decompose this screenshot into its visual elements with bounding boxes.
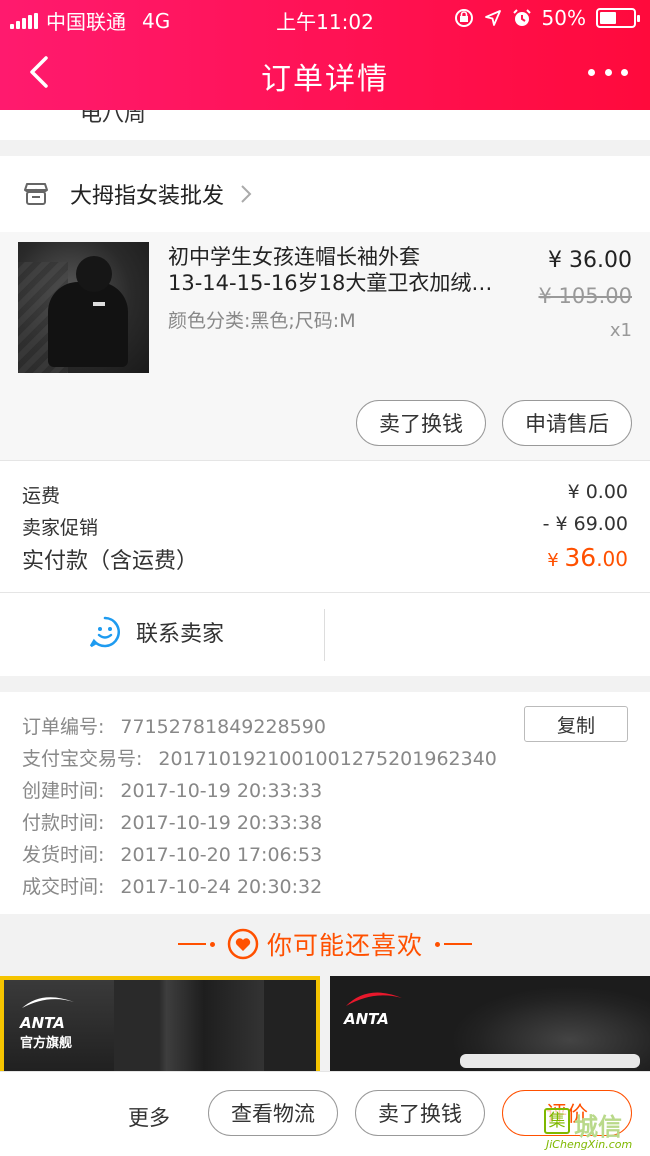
product-thumbnail[interactable] bbox=[18, 242, 149, 373]
shop-row[interactable]: 大拇指女装批发 bbox=[0, 156, 650, 232]
shipping-value: ¥ 0.00 bbox=[567, 481, 628, 503]
fee-summary: 运费 ¥ 0.00 卖家促销 - ¥ 69.00 实付款（含运费） ¥ 36.0… bbox=[0, 460, 650, 592]
contact-section: 联系卖家 bbox=[0, 592, 650, 676]
alarm-icon bbox=[512, 9, 531, 26]
order-item[interactable]: 初中学生女孩连帽长袖外套 13-14-15-16岁18大童卫衣加绒… 颜色分类:… bbox=[0, 232, 650, 460]
battery-icon bbox=[596, 8, 640, 28]
product-sku: 颜色分类:黑色;尺码:M bbox=[168, 310, 356, 332]
page-title: 订单详情 bbox=[261, 62, 389, 97]
copy-button[interactable]: 复制 bbox=[524, 706, 628, 742]
total-label: 实付款（含运费） bbox=[22, 549, 199, 574]
closed-time-label: 成交时间: bbox=[22, 876, 105, 898]
closed-time-row: 成交时间: 2017-10-24 20:30:32 bbox=[22, 872, 322, 899]
created-time-value: 2017-10-19 20:33:33 bbox=[120, 780, 323, 802]
recommend-title: 你可能还喜欢 bbox=[266, 931, 423, 960]
alipay-number-value: 2017101921001001275201962340 bbox=[158, 748, 497, 770]
watermark-box: 集 bbox=[544, 1108, 570, 1134]
shipping-row: 运费 ¥ 0.00 bbox=[22, 481, 628, 508]
status-right: 50% bbox=[454, 6, 640, 30]
chevron-right-icon bbox=[241, 185, 252, 203]
order-number-value: 77152781849228590 bbox=[120, 716, 326, 738]
brand-name-2: ANTA bbox=[344, 1010, 389, 1028]
address-partial-text: 电八周 bbox=[80, 110, 147, 127]
heart-icon bbox=[227, 928, 259, 960]
recommended-product-2[interactable]: ANTA bbox=[330, 976, 650, 1071]
promo-value: - ¥ 69.00 bbox=[542, 513, 628, 535]
brand-subtitle-1: 官方旗舰 bbox=[20, 1036, 73, 1051]
product-title-line1: 初中学生女孩连帽长袖外套 bbox=[168, 245, 420, 269]
promo-row: 卖家促销 - ¥ 69.00 bbox=[22, 513, 628, 540]
total-integer: 36 bbox=[564, 543, 597, 572]
created-time-label: 创建时间: bbox=[22, 780, 105, 802]
chat-bubble-icon bbox=[89, 616, 121, 648]
alipay-number-row: 支付宝交易号: 2017101921001001275201962340 bbox=[22, 744, 497, 771]
view-logistics-button[interactable]: 查看物流 bbox=[208, 1090, 338, 1136]
rotation-lock-icon bbox=[454, 9, 473, 27]
shipping-label: 运费 bbox=[22, 485, 61, 507]
anta-logo-icon bbox=[346, 992, 402, 1006]
total-decimal: .00 bbox=[596, 547, 628, 571]
alipay-number-label: 支付宝交易号: bbox=[22, 748, 143, 770]
battery-fill bbox=[600, 12, 616, 24]
address-section-partial: 电八周 bbox=[0, 110, 650, 140]
sell-for-cash-bottom-button[interactable]: 卖了换钱 bbox=[355, 1090, 485, 1136]
contact-seller-button[interactable]: 联系卖家 bbox=[88, 615, 224, 649]
product-title[interactable]: 初中学生女孩连帽长袖外套 13-14-15-16岁18大童卫衣加绒… bbox=[168, 244, 513, 296]
total-row: 实付款（含运费） ¥ 36.00 bbox=[22, 543, 628, 575]
contact-seller-label: 联系卖家 bbox=[136, 622, 225, 647]
product-quantity: x1 bbox=[609, 320, 632, 341]
more-button[interactable]: 更多 bbox=[128, 1102, 170, 1132]
recommend-header: 你可能还喜欢 bbox=[0, 914, 650, 974]
watermark-text: 城信 bbox=[574, 1113, 622, 1141]
contact-divider bbox=[324, 609, 325, 661]
order-number-row: 订单编号: 77152781849228590 bbox=[22, 712, 326, 739]
more-options-icon[interactable] bbox=[588, 60, 628, 84]
promo-label: 卖家促销 bbox=[22, 517, 99, 539]
product-title-line2: 13-14-15-16岁18大童卫衣加绒… bbox=[168, 271, 493, 295]
shop-icon bbox=[24, 183, 48, 205]
product-price: ¥ 36.00 bbox=[548, 248, 632, 273]
paid-time-row: 付款时间: 2017-10-19 20:33:38 bbox=[22, 808, 322, 835]
shipped-time-row: 发货时间: 2017-10-20 17:06:53 bbox=[22, 840, 322, 867]
created-time-row: 创建时间: 2017-10-19 20:33:33 bbox=[22, 776, 322, 803]
order-number-label: 订单编号: bbox=[22, 716, 105, 738]
shop-name: 大拇指女装批发 bbox=[70, 184, 225, 209]
product-original-price: ¥ 105.00 bbox=[538, 284, 632, 308]
paid-time-value: 2017-10-19 20:33:38 bbox=[120, 812, 323, 834]
closed-time-value: 2017-10-24 20:30:32 bbox=[120, 876, 323, 898]
total-value: ¥ 36.00 bbox=[547, 543, 628, 575]
recommended-product-1[interactable]: ANTA 官方旗舰 bbox=[0, 976, 320, 1071]
total-currency: ¥ bbox=[547, 550, 565, 571]
brand-name-1: ANTA bbox=[20, 1014, 65, 1032]
order-info: 订单编号: 77152781849228590 复制 支付宝交易号: 2017101… bbox=[0, 692, 650, 914]
shipped-time-value: 2017-10-20 17:06:53 bbox=[120, 844, 323, 866]
battery-percent: 50% bbox=[541, 6, 586, 30]
shipped-time-label: 发货时间: bbox=[22, 844, 105, 866]
location-arrow-icon bbox=[484, 10, 501, 26]
anta-logo-icon bbox=[22, 997, 74, 1008]
after-sale-button[interactable]: 申请售后 bbox=[502, 400, 632, 446]
sell-for-cash-button[interactable]: 卖了换钱 bbox=[356, 400, 486, 446]
watermark-subtext: JiChengXin.com bbox=[546, 1138, 633, 1151]
paid-time-label: 付款时间: bbox=[22, 812, 105, 834]
app-header: 中国联通 4G 上午11:02 50% 订单详情 bbox=[0, 0, 650, 110]
shoe-image bbox=[450, 986, 650, 1071]
site-watermark: 集 城信 JiChengXin.com bbox=[544, 1108, 644, 1151]
status-bar: 中国联通 4G 上午11:02 50% bbox=[0, 0, 650, 36]
